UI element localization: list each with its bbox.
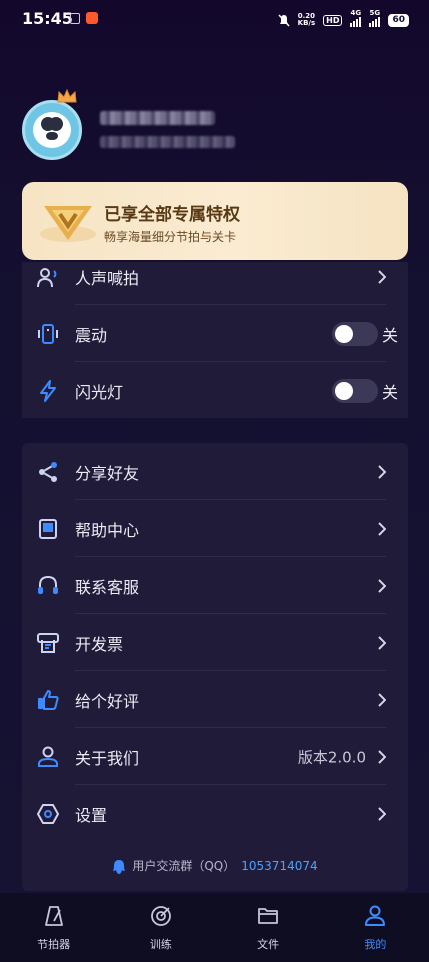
thumbs-up-icon <box>38 689 59 710</box>
status-indicators: 0.20 KB/s HD 4G 5G 60 <box>278 9 409 30</box>
user-icon <box>365 905 386 926</box>
app-version: 版本2.0.0 <box>297 748 366 766</box>
person-icon <box>38 746 58 767</box>
flash-row: 闪光灯 关 <box>22 362 408 419</box>
vibrate-state: 关 <box>381 325 398 345</box>
crown-icon <box>57 88 77 103</box>
invoice-icon <box>37 632 59 653</box>
vip-title: 已享全部专属特权 <box>104 205 240 225</box>
qq-group-info[interactable]: 用户交流群（QQ） 1053714074 <box>22 857 408 875</box>
signal-4g-label: 4G <box>350 9 362 17</box>
nav-tab-mine[interactable]: 我的 <box>322 893 429 962</box>
flash-icon <box>40 379 56 402</box>
qq-group-label: 用户交流群（QQ） <box>132 859 236 873</box>
panda-face <box>33 112 71 148</box>
chevron-right-icon <box>378 749 386 764</box>
menu-item-label: 开发票 <box>75 634 124 654</box>
menu-item-label: 联系客服 <box>75 577 140 597</box>
hd-badge: HD <box>323 14 343 26</box>
settings-icon <box>37 803 59 824</box>
menu-item-label: 帮助中心 <box>75 520 140 540</box>
folder-icon <box>258 908 279 924</box>
menu-item-rate[interactable]: 给个好评 <box>22 671 408 728</box>
status-bar: 15:45 0.20 KB/s HD 4G 5G 60 <box>0 0 429 40</box>
status-time: 15:45 <box>22 9 73 28</box>
chevron-right-icon <box>378 269 386 284</box>
app-notification-icon <box>86 12 98 24</box>
feedback-settings-panel: 人声喊拍 震动 关 闪光灯 关 <box>22 262 408 418</box>
menu-item-support[interactable]: 联系客服 <box>22 557 408 614</box>
avatar[interactable] <box>22 100 82 160</box>
battery-indicator: 60 <box>388 13 409 27</box>
flash-label: 闪光灯 <box>75 382 124 402</box>
menu-item-help[interactable]: 帮助中心 <box>22 500 408 557</box>
chevron-right-icon <box>378 521 386 536</box>
menu-item-share[interactable]: 分享好友 <box>22 443 408 500</box>
vibrate-row: 震动 关 <box>22 305 408 362</box>
metronome-icon <box>44 906 63 926</box>
vibrate-icon <box>38 323 58 344</box>
menu-panel: 分享好友 帮助中心 联系客服 开发票 给个好评 关于我们 版本2.0.0 设置 … <box>22 443 408 891</box>
menu-item-settings[interactable]: 设置 <box>22 785 408 842</box>
menu-item-label: 给个好评 <box>75 691 140 711</box>
flash-state: 关 <box>381 382 398 402</box>
nav-label: 我的 <box>364 938 387 951</box>
menu-item-about[interactable]: 关于我们 版本2.0.0 <box>22 728 408 785</box>
menu-item-invoice[interactable]: 开发票 <box>22 614 408 671</box>
vibrate-toggle[interactable] <box>332 321 378 346</box>
voice-count-label: 人声喊拍 <box>75 268 140 288</box>
nav-label: 文件 <box>257 938 280 951</box>
target-icon <box>150 906 171 926</box>
book-icon <box>39 518 57 539</box>
nav-tab-metronome[interactable]: 节拍器 <box>0 893 107 962</box>
bottom-nav: 节拍器 训练 文件 我的 <box>0 893 429 962</box>
mute-icon <box>278 13 290 27</box>
signal-5g: 5G <box>369 9 381 27</box>
headset-icon <box>38 575 58 594</box>
nav-label: 节拍器 <box>37 938 71 951</box>
nav-label: 训练 <box>149 938 172 951</box>
menu-item-label: 分享好友 <box>75 463 140 483</box>
qq-icon <box>113 859 126 874</box>
network-speed: 0.20 KB/s <box>298 13 315 27</box>
chevron-right-icon <box>378 464 386 479</box>
vip-card[interactable]: 已享全部专属特权 畅享海量细分节拍与关卡 <box>22 182 408 260</box>
vibrate-label: 震动 <box>75 325 108 345</box>
nav-tab-files[interactable]: 文件 <box>215 893 322 962</box>
flash-toggle[interactable] <box>332 378 378 403</box>
vip-badge-icon <box>40 206 96 242</box>
profile-screen: 15:45 0.20 KB/s HD 4G 5G 60 已享全部专属特权 畅享海… <box>0 0 429 962</box>
chevron-right-icon <box>378 806 386 821</box>
username-redacted <box>100 111 215 125</box>
signal-4g: 4G <box>350 9 362 27</box>
voice-icon <box>37 267 57 287</box>
notification-icon <box>70 13 80 24</box>
signal-5g-label: 5G <box>369 9 381 17</box>
network-speed-unit: KB/s <box>297 19 316 27</box>
vip-subtitle: 畅享海量细分节拍与关卡 <box>104 230 237 244</box>
chevron-right-icon <box>378 578 386 593</box>
user-id-redacted <box>100 136 235 148</box>
chevron-right-icon <box>378 635 386 650</box>
menu-item-label: 设置 <box>75 805 108 825</box>
chevron-right-icon <box>378 692 386 707</box>
qq-group-number[interactable]: 1053714074 <box>241 859 317 873</box>
share-icon <box>39 461 57 482</box>
nav-tab-training[interactable]: 训练 <box>107 893 214 962</box>
menu-item-label: 关于我们 <box>75 748 140 768</box>
